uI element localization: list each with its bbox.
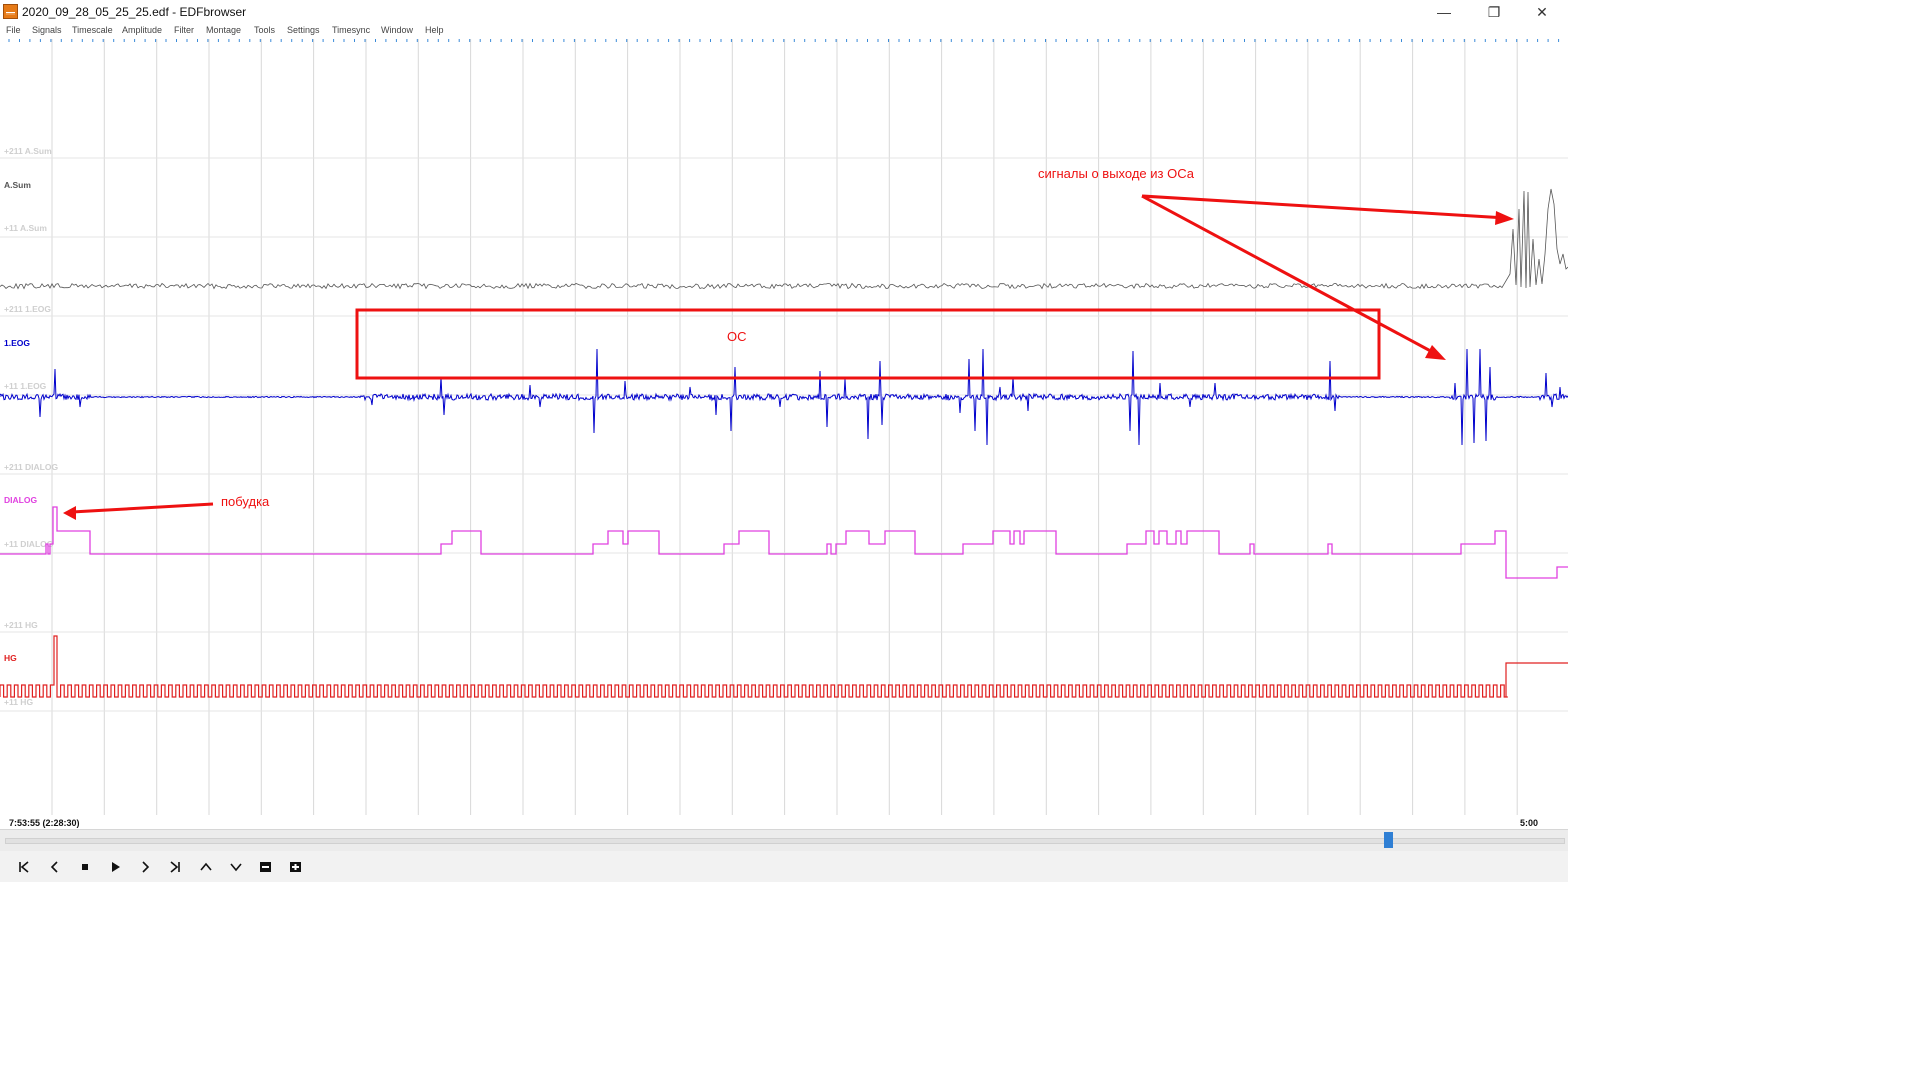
skip-to-start-icon (19, 861, 29, 873)
menu-file[interactable]: File (6, 25, 21, 35)
menu-signals[interactable]: Signals (32, 25, 62, 35)
end-time-label: 5:00 (1520, 818, 1538, 828)
menu-tools[interactable]: Tools (254, 25, 275, 35)
title-bar: 2020_09_28_05_25_25.edf - EDFbrowser — ❐… (0, 0, 1568, 25)
eog-lower-scale-label: +11 1.EOG (4, 381, 47, 391)
chevron-right-icon (142, 861, 150, 873)
hg-signal-trace (0, 635, 1568, 698)
chevron-up-icon (200, 862, 212, 871)
arrow-head-eog-icon (1425, 345, 1446, 360)
annotation-layer: ОС сигналы о выходе из ОСа побудка (63, 166, 1514, 520)
last-page-button[interactable] (163, 857, 187, 877)
eog-channel-label[interactable]: 1.EOG (4, 338, 30, 348)
hg-upper-scale-label: +211 HG (4, 620, 38, 630)
restore-button[interactable]: ❐ (1471, 2, 1517, 22)
dialog-upper-scale-label: +211 DIALOG (4, 462, 58, 472)
menu-help[interactable]: Help (425, 25, 444, 35)
play-button[interactable] (103, 857, 127, 877)
top-tick-marks (8, 39, 1560, 42)
asum-channel-label[interactable]: A.Sum (4, 180, 31, 190)
os-event-box (355, 308, 1381, 380)
arrow-head-wakeup-icon (63, 506, 76, 520)
menu-window[interactable]: Window (381, 25, 413, 35)
time-grid (0, 39, 1568, 815)
close-button[interactable]: ✕ (1519, 2, 1565, 22)
chevron-left-icon (50, 861, 58, 873)
hg-channel-label[interactable]: HG (4, 653, 17, 663)
next-page-button[interactable] (133, 857, 157, 877)
menu-settings[interactable]: Settings (287, 25, 320, 35)
scroll-thumb[interactable] (1383, 832, 1393, 848)
plus-box-icon (290, 862, 301, 872)
asum-signal-trace (0, 188, 1568, 290)
zoom-in-button[interactable] (284, 857, 308, 877)
asum-upper-scale-label: +211 A.Sum (4, 146, 52, 156)
menu-timescale[interactable]: Timescale (72, 25, 113, 35)
time-scroll-bar[interactable] (0, 829, 1568, 852)
window-title: 2020_09_28_05_25_25.edf - EDFbrowser (22, 5, 247, 19)
minimize-button[interactable]: — (1421, 2, 1467, 22)
shift-down-button[interactable] (224, 857, 248, 877)
menu-bar: File Signals Timescale Amplitude Filter … (0, 25, 1568, 39)
os-box-label: ОС (727, 329, 747, 344)
stop-icon (82, 864, 88, 870)
wakeup-label: побудка (221, 494, 270, 509)
arrow-to-wakeup (71, 502, 214, 514)
zoom-out-button[interactable] (254, 857, 278, 877)
signal-plot-area[interactable]: +211 A.Sum A.Sum +11 A.Sum +211 1.EOG 1.… (0, 39, 1568, 829)
start-time-label: 7:53:55 (2:28:30) (9, 818, 80, 828)
arrow-to-eog-burst (1141, 194, 1439, 357)
exit-signals-label: сигналы о выходе из ОСа (1038, 166, 1195, 181)
eog-signal-trace (0, 348, 1568, 446)
dialog-channel-label[interactable]: DIALOG (4, 495, 37, 505)
previous-page-button[interactable] (43, 857, 67, 877)
edfbrowser-app-icon (3, 4, 18, 19)
stop-button[interactable] (73, 857, 97, 877)
navigation-toolbar (0, 851, 1568, 882)
menu-montage[interactable]: Montage (206, 25, 241, 35)
menu-timesync[interactable]: Timesync (332, 25, 370, 35)
minus-box-icon (260, 862, 271, 872)
scroll-track[interactable] (5, 838, 1565, 844)
dialog-signal-trace (0, 506, 1568, 579)
arrow-head-asum-icon (1495, 211, 1514, 225)
eog-upper-scale-label: +211 1.EOG (4, 304, 51, 314)
arrow-to-asum-burst (1141, 194, 1507, 220)
shift-up-button[interactable] (194, 857, 218, 877)
menu-filter[interactable]: Filter (174, 25, 194, 35)
menu-amplitude[interactable]: Amplitude (122, 25, 162, 35)
chevron-down-icon (230, 863, 242, 872)
asum-lower-scale-label: +11 A.Sum (4, 223, 47, 233)
first-page-button[interactable] (12, 857, 36, 877)
skip-to-end-icon (170, 861, 180, 873)
play-icon (112, 862, 120, 872)
hg-lower-scale-label: +11 HG (4, 697, 33, 707)
signal-labels: +211 A.Sum A.Sum +11 A.Sum +211 1.EOG 1.… (4, 146, 58, 707)
